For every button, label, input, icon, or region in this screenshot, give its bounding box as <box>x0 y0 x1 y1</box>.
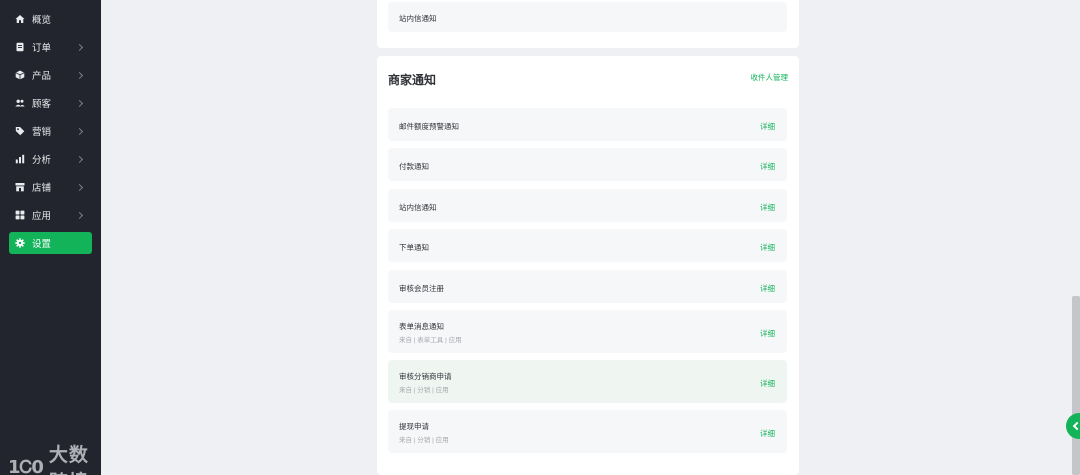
apps-icon <box>15 210 25 220</box>
list-item[interactable]: 提现申请 来自 | 分销 | 应用 详细 <box>388 410 787 453</box>
chevron-right-icon <box>75 211 84 219</box>
chevron-right-icon <box>75 71 84 79</box>
bar-chart-icon <box>15 154 25 164</box>
sidebar-item-label: 概览 <box>32 15 52 26</box>
row-title: 站内信通知 <box>399 203 437 212</box>
collapse-panel-button[interactable] <box>1066 413 1080 439</box>
row-title: 邮件额度预警通知 <box>399 122 459 131</box>
sidebar-item-customers[interactable]: 顾客 <box>9 92 92 114</box>
list-item[interactable]: 下单通知 详细 <box>388 229 787 262</box>
row-title: 审核分销商申请 <box>399 372 452 381</box>
row-title: 站内信通知 <box>399 14 437 23</box>
sidebar-item-label: 产品 <box>32 71 52 82</box>
sidebar-item-products[interactable]: 产品 <box>9 64 92 86</box>
sidebar-item-label: 营销 <box>32 127 52 138</box>
customers-icon <box>15 98 25 108</box>
tag-icon <box>15 126 25 136</box>
row-title: 提现申请 <box>399 422 429 431</box>
row-title: 下单通知 <box>399 243 429 252</box>
sidebar-item-apps[interactable]: 应用 <box>9 204 92 226</box>
chevron-right-icon <box>75 99 84 107</box>
sidebar-item-label: 店铺 <box>32 183 52 194</box>
sidebar-item-store[interactable]: 店铺 <box>9 176 92 198</box>
detail-link[interactable]: 详细 <box>760 161 775 172</box>
row-title: 付款通知 <box>399 162 429 171</box>
detail-link[interactable]: 详细 <box>760 328 775 339</box>
sidebar-item-label: 应用 <box>32 211 52 222</box>
chevron-right-icon <box>75 127 84 135</box>
watermark-text: 大数跨境 <box>48 445 89 475</box>
sidebar-item-orders[interactable]: 订单 <box>9 36 92 58</box>
order-icon <box>15 42 25 52</box>
detail-link[interactable]: 详细 <box>760 283 775 294</box>
sidebar-item-analytics[interactable]: 分析 <box>9 148 92 170</box>
list-item[interactable]: 站内信通知 详细 <box>388 189 787 222</box>
detail-link[interactable]: 详细 <box>760 378 775 389</box>
store-icon <box>15 182 25 192</box>
sidebar-item-label: 订单 <box>32 43 52 54</box>
sidebar: 概览 订单 产品 顾客 营销 分析 店铺 应用 设置 1Ꮯ0 大数 <box>0 0 101 475</box>
sidebar-item-label: 分析 <box>32 155 52 166</box>
home-icon <box>15 14 25 24</box>
sidebar-item-marketing[interactable]: 营销 <box>9 120 92 142</box>
list-item[interactable]: 邮件额度预警通知 详细 <box>388 108 787 141</box>
chevron-right-icon <box>75 183 84 191</box>
detail-link[interactable]: 详细 <box>760 121 775 132</box>
section-title: 商家通知 <box>388 73 437 87</box>
store-notification-card: 站内信通知 <box>377 0 799 48</box>
detail-link[interactable]: 详细 <box>760 242 775 253</box>
sidebar-item-label: 设置 <box>32 239 52 250</box>
row-title: 审核会员注册 <box>399 284 444 293</box>
list-item[interactable]: 站内信通知 <box>388 2 787 32</box>
row-source: 来自 | 表单工具 | 应用 <box>399 337 462 344</box>
recipient-management-link[interactable]: 收件人管理 <box>751 72 789 83</box>
list-item[interactable]: 审核会员注册 详细 <box>388 270 787 303</box>
list-item[interactable]: 付款通知 详细 <box>388 148 787 181</box>
chevron-right-icon <box>75 43 84 51</box>
sidebar-item-overview[interactable]: 概览 <box>9 8 92 30</box>
row-source: 来自 | 分销 | 应用 <box>399 437 449 444</box>
row-source: 来自 | 分销 | 应用 <box>399 387 449 394</box>
sidebar-item-settings[interactable]: 设置 <box>9 232 92 254</box>
gear-icon <box>15 238 25 248</box>
watermark: 1Ꮯ0 大数跨境 <box>8 440 101 475</box>
chevron-right-icon <box>75 155 84 163</box>
row-title: 表单消息通知 <box>399 322 444 331</box>
detail-link[interactable]: 详细 <box>760 428 775 439</box>
list-item[interactable]: 表单消息通知 来自 | 表单工具 | 应用 详细 <box>388 310 787 353</box>
scrollbar[interactable] <box>1072 296 1080 475</box>
product-icon <box>15 70 25 80</box>
list-item[interactable]: 审核分销商申请 来自 | 分销 | 应用 详细 <box>388 360 787 403</box>
watermark-logo: 1Ꮯ0 <box>8 456 44 475</box>
chevron-left-icon <box>1072 421 1080 431</box>
sidebar-item-label: 顾客 <box>32 99 52 110</box>
merchant-notification-card: 商家通知 收件人管理 邮件额度预警通知 详细 付款通知 详细 站内信通知 详细 … <box>377 56 799 475</box>
detail-link[interactable]: 详细 <box>760 202 775 213</box>
